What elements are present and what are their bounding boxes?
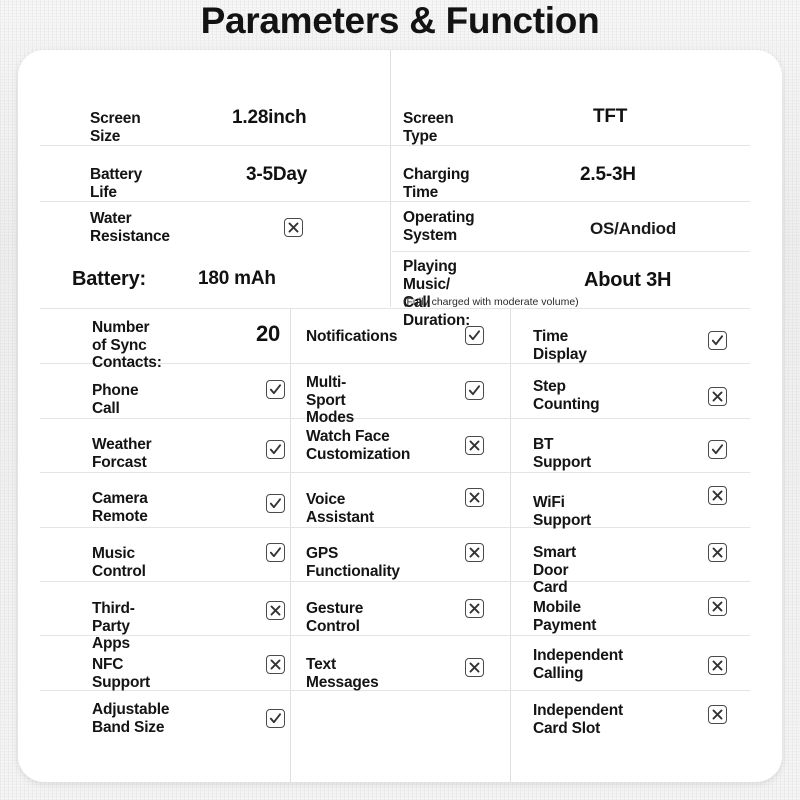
spec-label: Playing Music/ Call Duration:	[403, 258, 470, 330]
checkbox-checked-icon[interactable]	[266, 440, 285, 459]
feature-label: Step Counting	[533, 378, 600, 413]
checkbox-crossed-icon[interactable]	[465, 436, 484, 455]
checkbox-crossed-icon[interactable]	[465, 658, 484, 677]
feature-label-line1: Number of Sync	[92, 319, 150, 354]
checkbox-crossed-icon[interactable]	[266, 601, 285, 620]
feature-label: BT Support	[533, 436, 592, 471]
checkbox-crossed-icon[interactable]	[708, 543, 727, 562]
checkbox-checked-icon[interactable]	[708, 440, 727, 459]
feature-label: Music Control	[92, 545, 146, 580]
spec-value: 3-5Day	[246, 164, 308, 185]
feature-label-line1: Independent	[533, 702, 623, 719]
checkbox-crossed-icon[interactable]	[708, 656, 727, 675]
spec-label: Battery Life	[90, 166, 143, 201]
feature-label: Text Messages	[306, 656, 379, 691]
feature-label: Third-Party Apps	[92, 600, 135, 652]
feature-row-divider	[40, 527, 750, 528]
checkbox-checked-icon[interactable]	[266, 709, 285, 728]
feature-label: Camera Remote	[92, 490, 148, 525]
feature-label: Independent Card Slot	[533, 702, 623, 737]
checkbox-crossed-icon[interactable]	[465, 599, 484, 618]
feature-label-line2: Calling	[533, 664, 584, 682]
spec-label-line1: Playing Music/	[403, 258, 457, 293]
spec-card: Screen Size 1.28inch Screen Type TFT Bat…	[18, 50, 782, 782]
checkbox-crossed-icon[interactable]	[284, 218, 303, 237]
spec-label: Water Resistance	[90, 210, 170, 246]
spec-row-divider-right	[392, 251, 750, 252]
feature-label: Multi-Sport Modes	[306, 374, 354, 427]
spec-label-line1: Operating	[403, 209, 475, 226]
feature-label: Gesture Control	[306, 600, 364, 635]
feature-row-divider	[40, 581, 750, 582]
spec-row-divider	[40, 201, 750, 202]
feature-label: Voice Assistant	[306, 491, 374, 526]
checkbox-checked-icon[interactable]	[465, 326, 484, 345]
feature-label: Weather Forcast	[92, 436, 152, 471]
feature-value: 20	[256, 321, 281, 346]
feature-label: Smart Door Card	[533, 544, 576, 596]
feature-label: GPS Functionality	[306, 545, 400, 580]
spec-label: Battery:	[72, 268, 146, 290]
spec-label-line1: Water	[90, 210, 132, 227]
feature-label-line2: Card Slot	[533, 719, 601, 737]
feature-row-divider	[40, 418, 750, 419]
checkbox-crossed-icon[interactable]	[708, 486, 727, 505]
checkbox-checked-icon[interactable]	[465, 381, 484, 400]
checkbox-checked-icon[interactable]	[266, 543, 285, 562]
feature-label-line1: Adjustable	[92, 701, 170, 718]
features-column-divider-1	[290, 309, 291, 782]
specs-column-divider	[390, 50, 391, 307]
feature-label: Number of Sync Contacts:	[92, 319, 162, 372]
feature-label-line2: Modes	[306, 409, 355, 426]
feature-label-line2: Contacts:	[92, 354, 162, 371]
feature-label: Time Display	[533, 328, 587, 363]
checkbox-crossed-icon[interactable]	[708, 705, 727, 724]
feature-label: Notifications	[306, 328, 398, 345]
spec-label: Charging Time	[403, 166, 470, 201]
feature-label-line2: Band Size	[92, 718, 165, 736]
spec-label: Screen Size	[90, 110, 141, 145]
feature-label: Watch Face Customization	[306, 428, 410, 463]
spec-note: (Fully charged with moderate volume)	[403, 296, 579, 308]
spec-label: Screen Type	[403, 110, 454, 145]
spec-value: About 3H	[584, 269, 672, 291]
feature-label: NFC Support	[92, 656, 151, 691]
feature-label-line1: Multi-Sport	[306, 374, 347, 409]
feature-label: Adjustable Band Size	[92, 701, 169, 736]
feature-row-divider	[40, 472, 750, 473]
spec-value: TFT	[593, 106, 628, 127]
specs-section-divider	[40, 308, 750, 309]
spec-label-line2: Resistance	[90, 228, 170, 245]
spec-label-line2: System	[403, 227, 457, 244]
page-title: Parameters & Function	[200, 0, 600, 41]
spec-value: 2.5-3H	[580, 164, 636, 185]
spec-value: 180 mAh	[198, 268, 276, 289]
feature-label: Phone Call	[92, 382, 139, 417]
spec-label: Operating System	[403, 209, 475, 245]
checkbox-crossed-icon[interactable]	[266, 655, 285, 674]
checkbox-checked-icon[interactable]	[266, 380, 285, 399]
spec-value: 1.28inch	[232, 107, 307, 128]
checkbox-crossed-icon[interactable]	[708, 387, 727, 406]
features-column-divider-2	[510, 309, 511, 782]
feature-row-divider	[40, 635, 750, 636]
spec-value: OS/Andiod	[590, 219, 677, 238]
feature-label-line2: Customization	[306, 445, 411, 463]
feature-label-line1: Watch Face	[306, 428, 390, 445]
checkbox-checked-icon[interactable]	[708, 331, 727, 350]
checkbox-crossed-icon[interactable]	[465, 488, 484, 507]
spec-row-divider	[40, 145, 750, 146]
feature-label-line1: Independent	[533, 647, 623, 664]
checkbox-crossed-icon[interactable]	[708, 597, 727, 616]
feature-label: WiFi Support	[533, 494, 592, 529]
checkbox-checked-icon[interactable]	[266, 494, 285, 513]
feature-label: Mobile Payment	[533, 599, 597, 634]
feature-label: Independent Calling	[533, 647, 623, 682]
checkbox-crossed-icon[interactable]	[465, 543, 484, 562]
